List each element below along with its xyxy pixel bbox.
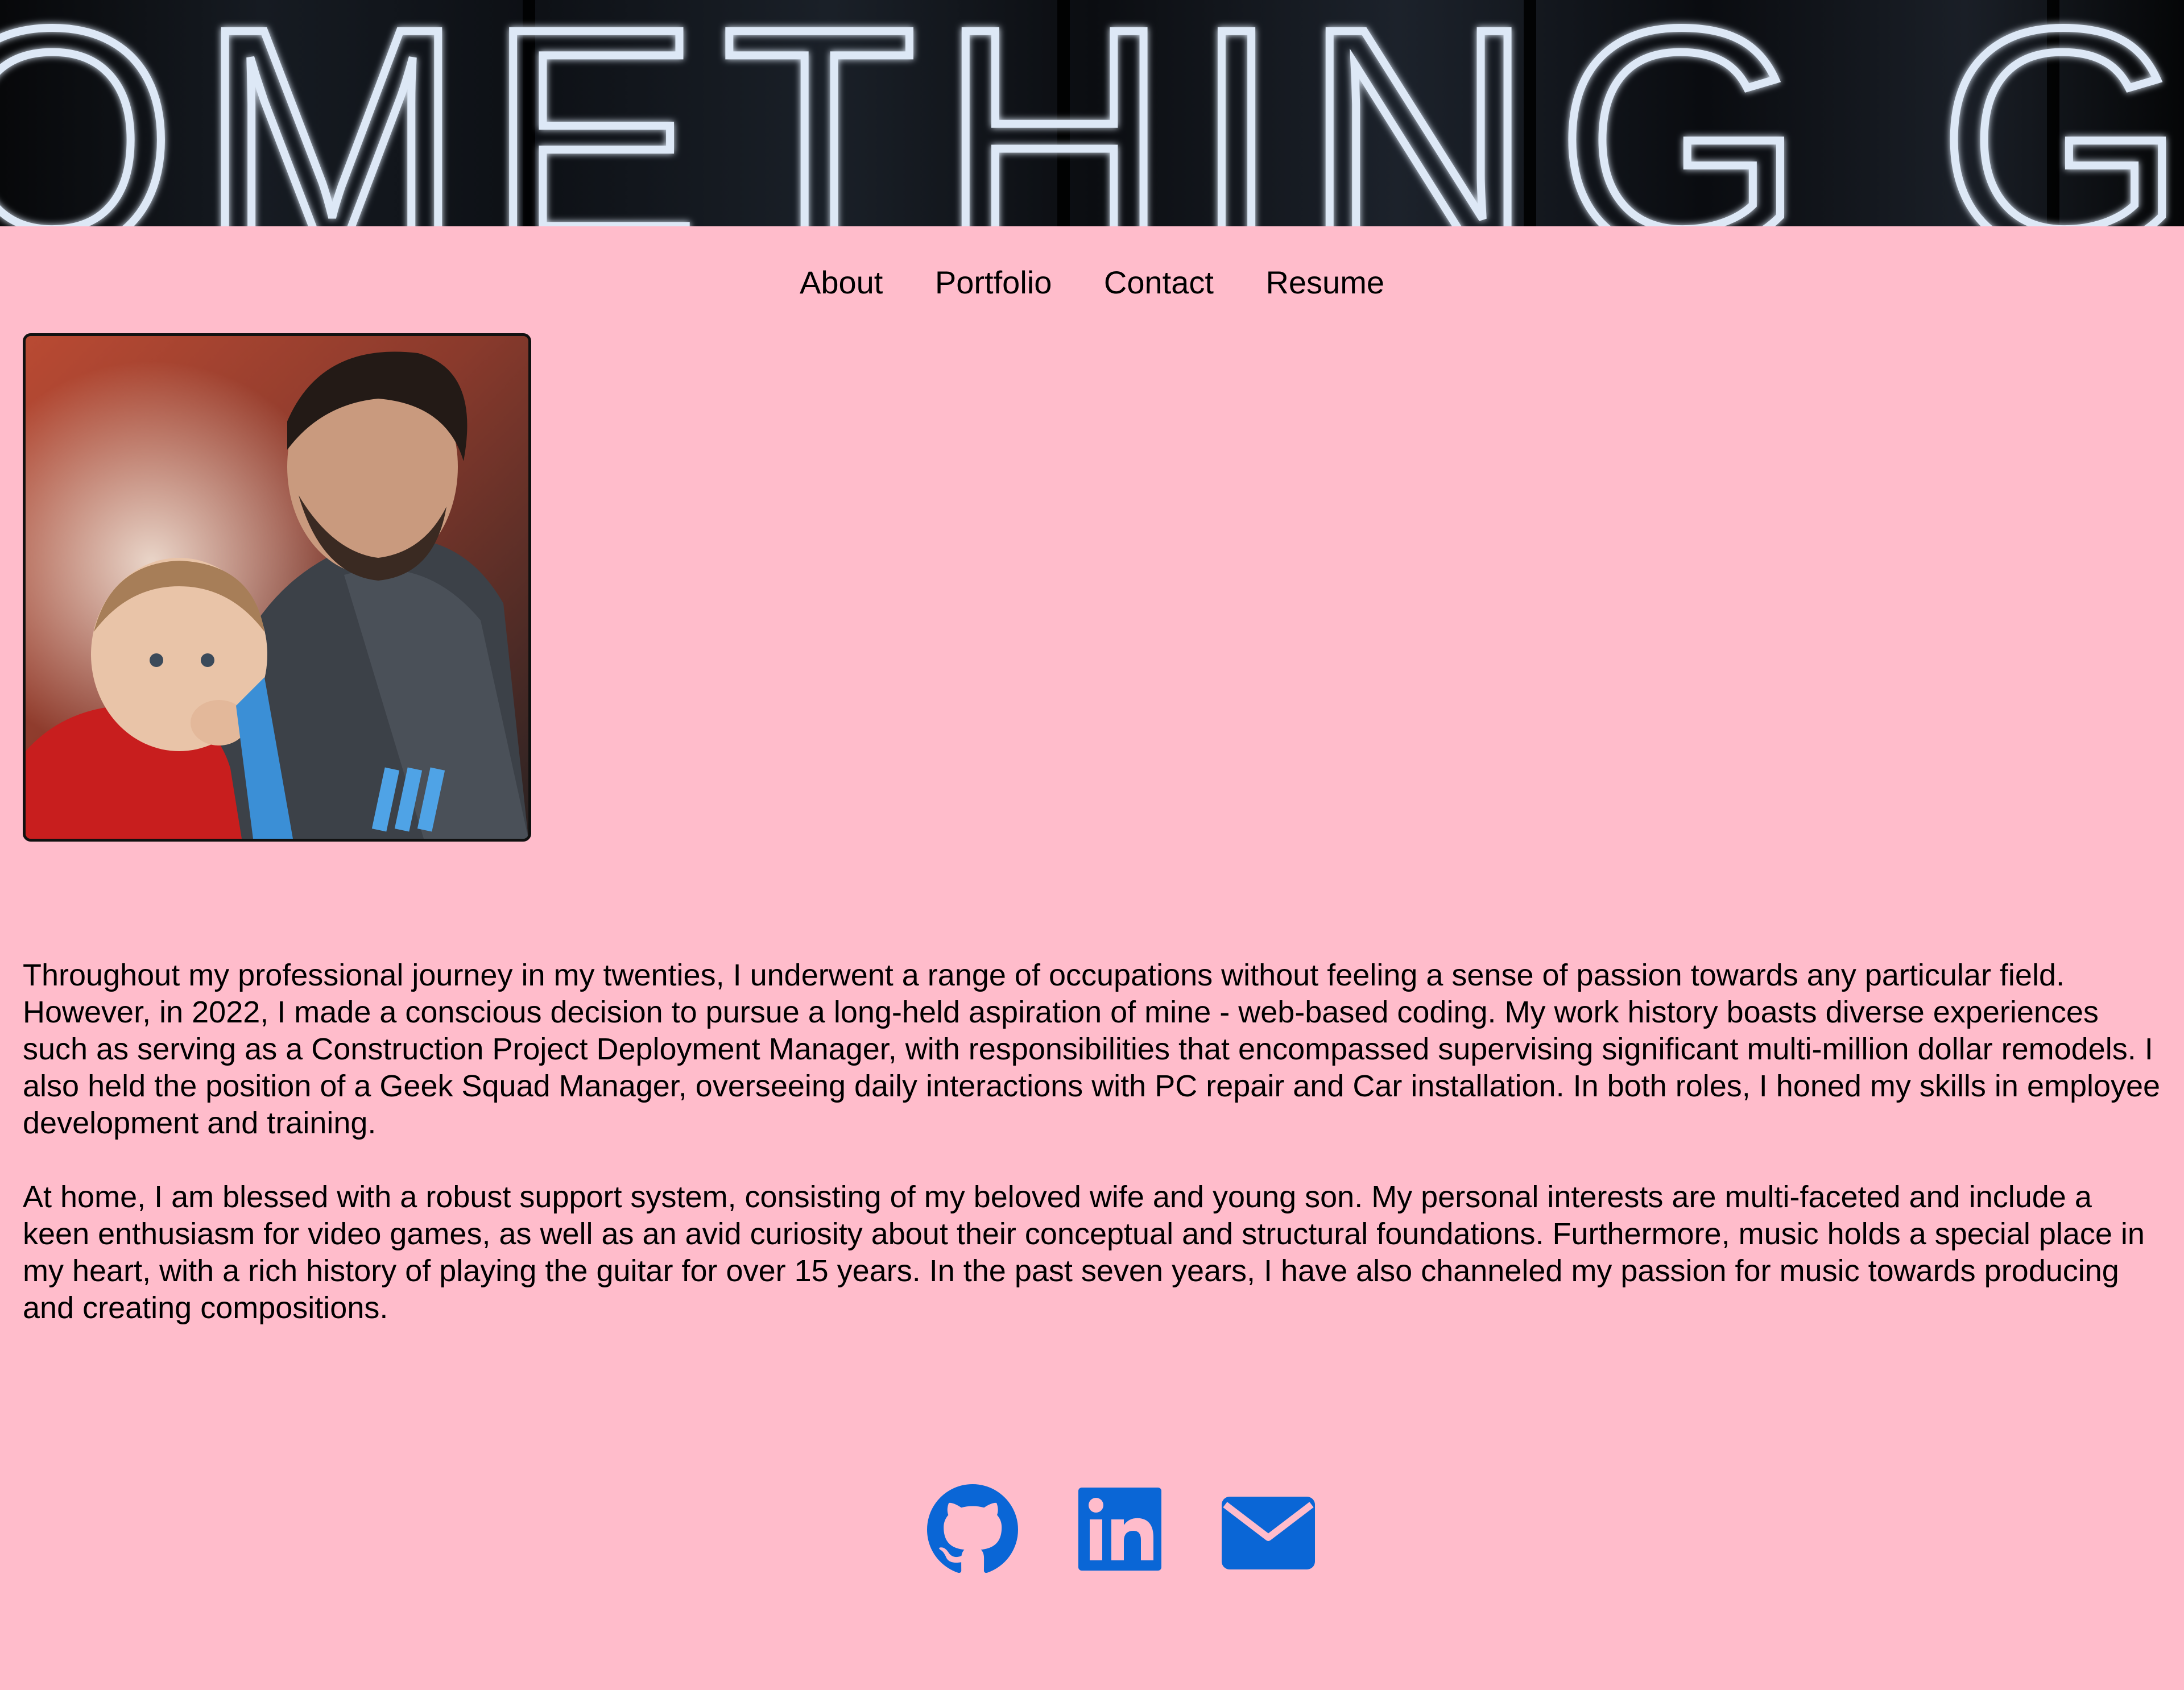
neon-sign-image: DO SOMETHING GREAT <box>0 0 2184 226</box>
profile-photo <box>23 333 531 842</box>
main-nav: About Portfolio Contact Resume <box>0 263 2184 303</box>
bio-paragraph: Throughout my professional journey in my… <box>23 958 2161 1140</box>
nav-link-contact[interactable]: Contact <box>1104 263 1214 303</box>
social-links <box>0 1484 2184 1575</box>
bio-section: Throughout my professional journey in my… <box>23 957 2161 1364</box>
nav-link-portfolio[interactable]: Portfolio <box>935 263 1052 303</box>
nav-link-resume[interactable]: Resume <box>1265 263 1384 303</box>
banner-text: DO SOMETHING GREAT <box>0 0 2184 226</box>
nav-link-about[interactable]: About <box>800 263 883 303</box>
email-icon[interactable] <box>1222 1484 1315 1572</box>
linkedin-icon[interactable] <box>1078 1484 1161 1573</box>
bio-paragraph: At home, I am blessed with a robust supp… <box>23 1180 2145 1325</box>
header-banner: DO SOMETHING GREAT <box>0 0 2184 226</box>
github-icon[interactable] <box>927 1484 1018 1578</box>
